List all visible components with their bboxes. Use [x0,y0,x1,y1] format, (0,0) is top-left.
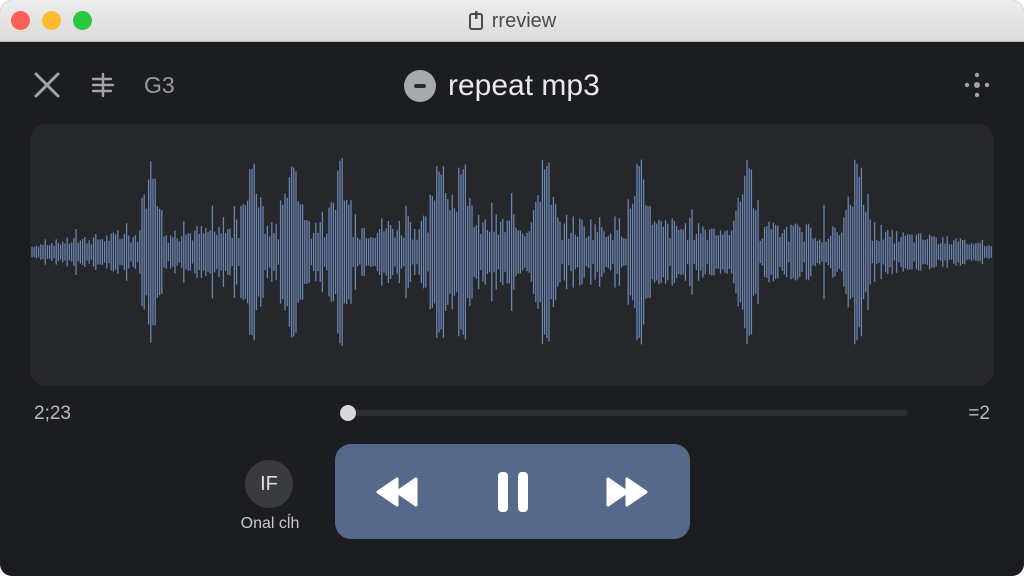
progress-track[interactable] [348,410,908,416]
track-id-label: G3 [144,72,175,98]
side-option-button-text: IF [260,472,278,495]
more-icon[interactable] [960,68,994,102]
side-option-label: Onal cĺh [240,515,300,532]
transport-controls [335,444,690,539]
title-bar: rreview [0,0,1024,42]
window-title: rreview [491,9,557,32]
rewind-icon[interactable] [367,466,427,518]
document-icon [468,11,486,31]
window-title-group: rreview [0,9,1024,33]
player-window: rreview G3 repeat mp3 2;23 =2 IF Onal cl… [0,0,1024,576]
waveform-panel[interactable] [30,124,994,386]
fast-forward-icon[interactable] [597,466,657,518]
waveform-path [31,158,992,346]
pause-icon[interactable] [483,466,543,518]
now-playing-title: repeat mp3 [404,68,600,104]
queue-icon[interactable] [86,68,120,102]
disc-icon [404,70,436,102]
elapsed-time: 2;23 [34,403,71,424]
progress-knob[interactable] [340,405,356,421]
remaining-time: =2 [968,403,990,424]
side-option-button[interactable]: IF [245,460,293,508]
close-icon[interactable] [30,68,64,102]
track-title: repeat mp3 [448,69,600,102]
waveform [31,158,992,346]
